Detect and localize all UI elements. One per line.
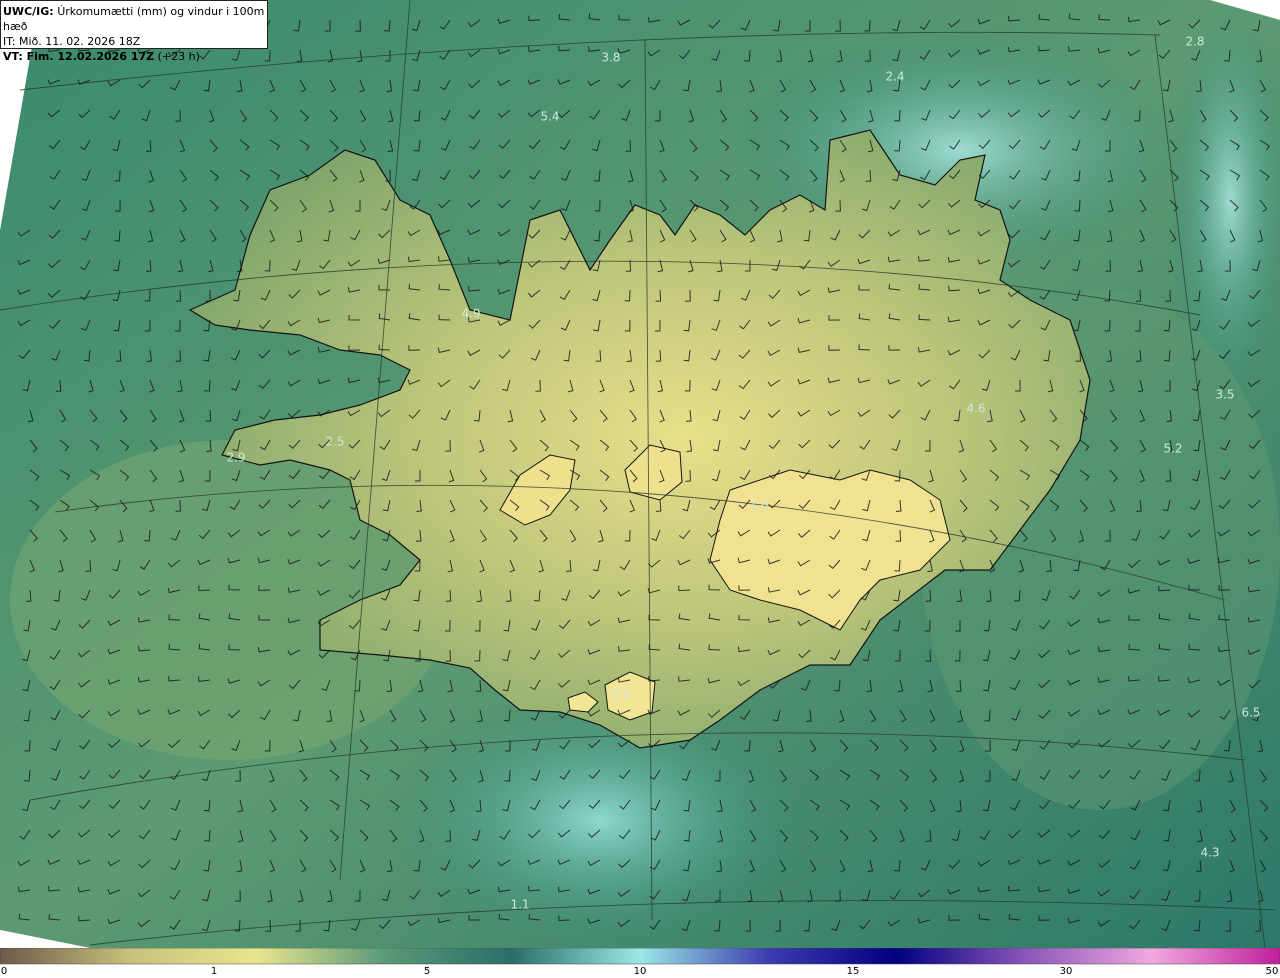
map-value-label: 5.4	[540, 110, 559, 124]
model-code: UWC/IG:	[3, 5, 54, 18]
colorbar-tick-label: 0	[0, 966, 8, 977]
init-time: IT: Mið. 11. 02. 2026 18Z	[3, 35, 141, 48]
map-value-label: 6.5	[1241, 706, 1260, 720]
colorbar-tick-label: 50	[1265, 966, 1279, 977]
colorbar-strip	[0, 948, 1280, 965]
map-value-label: 4.3	[1200, 846, 1219, 860]
lead-time: (+23 h)	[157, 50, 200, 63]
map-value-label: 4.6	[966, 402, 985, 416]
map-value-label: 5.2	[1163, 442, 1182, 456]
colorbar-tick-label: 30	[1059, 966, 1073, 977]
map-value-label: 2.4	[885, 70, 904, 84]
sea-plume-south	[390, 690, 810, 948]
map-title-box: UWC/IG: Úrkomumætti (mm) og vindur i 100…	[0, 0, 268, 63]
map-value-label: 3.8	[601, 51, 620, 65]
map-value-label: 3.5	[1215, 388, 1234, 402]
forecast-map: 3.8 5.4 2.4 2.8 4.9 4.6 3.5 5.2 2.5 2.9 1.0 6.5 4.3 3…	[0, 0, 1280, 948]
map-value-label: 3.3	[610, 688, 629, 702]
map-value-label: 1.0	[749, 499, 768, 513]
map-value-label: 4.9	[461, 307, 480, 321]
map-canvas: 3.8 5.4 2.4 2.8 4.9 4.6 3.5 5.2 2.5 2.9 1.0 6.5 4.3 3…	[0, 0, 1280, 948]
colorbar-tick-label: 5	[423, 966, 431, 977]
title-line: UWC/IG: Úrkomumætti (mm) og vindur i 100…	[3, 4, 265, 34]
valid-time: VT: Fim. 12.02.2026 17Z	[3, 50, 155, 63]
colorbar-tick-label: 10	[633, 966, 647, 977]
valid-time-line: VT: Fim. 12.02.2026 17Z (+23 h)	[3, 49, 265, 64]
map-value-label: 2.9	[226, 451, 245, 465]
colorbar-tick-label: 1	[210, 966, 218, 977]
colorbar-tick-label: 15	[846, 966, 860, 977]
map-value-label: 2.5	[325, 435, 344, 449]
map-value-label: 1.1	[510, 898, 529, 912]
map-value-label: 2.8	[1185, 35, 1204, 49]
